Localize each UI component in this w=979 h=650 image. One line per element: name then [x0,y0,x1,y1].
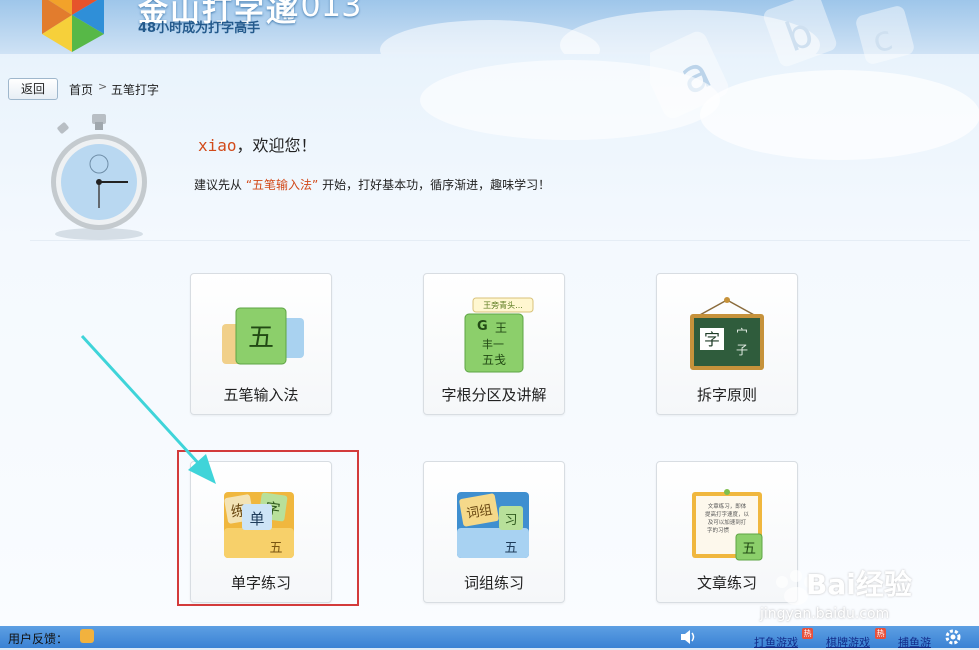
tip-highlight[interactable]: “五笔输入法” [246,178,318,192]
feedback-label: 用户反馈： [8,632,69,646]
watermark-url: jingyan.baidu.com [760,606,890,622]
section-divider [30,240,970,241]
cloud-decoration [700,70,979,160]
highlight-box [177,450,359,606]
tip-suffix: 开始，打好基本功，循序渐进，趣味学习！ [322,178,551,192]
feedback-icon[interactable] [80,629,94,643]
back-button[interactable]: 返回 [8,78,58,100]
svg-text:字的习惯: 字的习惯 [707,526,730,534]
tip-prefix: 建议先从 [194,178,243,192]
card-label: 词组练习 [463,574,524,592]
svg-text:提高打字速度，以: 提高打字速度，以 [705,510,750,518]
article-icon: 文章练习，即体 提高打字速度，以 及可以加速到打 字的习惯 五 [692,489,763,561]
app-slogan: 48小时成为打字高手 [138,21,261,36]
svg-text:习: 习 [504,513,517,528]
volume-icon[interactable] [680,629,698,645]
phrase-icon: 习 词组 五 [457,492,529,558]
card-zigen[interactable]: 王旁青头... G 王 丰一 五戋 字根分区及讲解 [423,273,565,415]
hot-badge: 热 [802,628,813,639]
svg-text:王旁青头...: 王旁青头... [483,300,523,310]
svg-text:子: 子 [736,343,748,357]
svg-text:五: 五 [248,323,274,353]
svg-text:及可以加速到打: 及可以加速到打 [708,518,747,526]
logo-icon [42,0,104,52]
svg-text:五: 五 [504,541,517,556]
welcome-greeting: xiao，欢迎您！ [198,132,317,156]
app-year: 2013 [280,0,362,24]
svg-text:丰一: 丰一 [482,338,504,351]
svg-text:字: 字 [704,330,720,349]
svg-text:G: G [477,319,488,334]
card-label: 字根分区及讲解 [441,386,547,404]
zigen-icon: 王旁青头... G 王 丰一 五戋 [464,297,534,373]
watermark-brand: Bai经验 [806,568,912,601]
welcome-tip: 建议先从 “五笔输入法” 开始，打好基本功，循序渐进，趣味学习！ [194,176,550,193]
greeting-suffix: ，欢迎您！ [236,136,317,155]
breadcrumb-separator: > [98,80,108,93]
breadcrumb-home[interactable]: 首页 [69,81,93,98]
cloud-decoration [420,60,720,140]
card-chaizi[interactable]: 字 宀 子 拆字原则 [656,273,798,415]
svg-text:王: 王 [495,321,507,335]
chalkboard-icon: 字 宀 子 [690,297,764,370]
wubi-input-icon: 五 [222,307,304,365]
stopwatch-icon [51,114,147,240]
svg-text:文章练习，即体: 文章练习，即体 [708,502,747,510]
card-label: 五笔输入法 [223,386,299,404]
svg-text:五: 五 [742,541,756,557]
breadcrumb-current: 五笔打字 [111,83,160,97]
card-phrase[interactable]: 习 词组 五 词组练习 [423,461,565,603]
gear-icon[interactable] [944,628,962,646]
status-bar: 用户反馈： 打鱼游戏 热 棋牌游戏 热 捕鱼游 [0,626,979,649]
card-label: 拆字原则 [696,386,757,404]
svg-text:五戋: 五戋 [482,353,506,367]
hot-badge: 热 [875,628,886,639]
card-wubi-input[interactable]: 五 五笔输入法 [190,273,332,415]
svg-text:宀: 宀 [736,327,748,341]
username: xiao [198,136,237,155]
